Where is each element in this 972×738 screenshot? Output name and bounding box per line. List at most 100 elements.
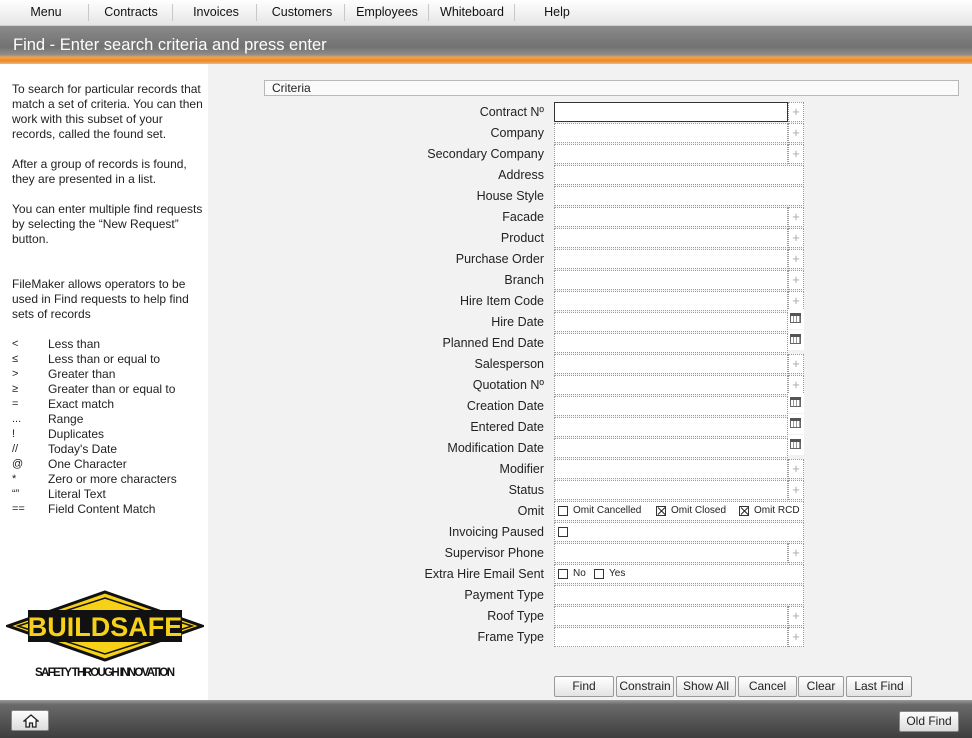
secondary-company-field[interactable]: [554, 144, 788, 164]
field-label-hire-item-code: Hire Item Code: [459, 294, 544, 308]
plus-icon[interactable]: +: [788, 207, 804, 227]
hire-item-code-field[interactable]: [554, 291, 788, 311]
contract-n-field[interactable]: [554, 102, 788, 122]
field-label-address: Address: [498, 168, 544, 182]
help-paragraph-2: After a group of records is found, they …: [12, 157, 187, 186]
plus-icon[interactable]: +: [788, 249, 804, 269]
checkbox-group-invoicing-paused: [554, 522, 804, 542]
product-field[interactable]: [554, 228, 788, 248]
field-label-omit: Omit: [517, 504, 544, 518]
checkbox-omit-rcd[interactable]: [739, 506, 749, 516]
operator-symbol: @: [12, 458, 24, 470]
operator-description: Literal Text: [48, 487, 106, 501]
plus-icon[interactable]: +: [788, 459, 804, 479]
operator-symbol: “”: [12, 488, 20, 500]
hire-date-field[interactable]: [554, 312, 788, 332]
planned-end-date-field[interactable]: [554, 333, 788, 353]
address-field[interactable]: [554, 165, 804, 185]
operator-symbol: <: [12, 338, 19, 350]
operator-symbol: >: [12, 368, 19, 380]
plus-icon[interactable]: +: [788, 375, 804, 395]
calendar-icon[interactable]: [788, 435, 804, 455]
old-find-button[interactable]: Old Find: [899, 711, 959, 732]
menu-item-help[interactable]: Help: [515, 0, 599, 26]
plus-icon[interactable]: +: [788, 606, 804, 626]
plus-icon[interactable]: +: [788, 354, 804, 374]
title-bar: Find - Enter search criteria and press e…: [0, 26, 972, 64]
modifier-field[interactable]: [554, 459, 788, 479]
checkbox-label: Omit Closed: [671, 505, 727, 516]
field-label-extra-hire-email-sent: Extra Hire Email Sent: [424, 567, 544, 581]
operator-symbol: ≥: [12, 383, 19, 395]
plus-icon[interactable]: +: [788, 291, 804, 311]
plus-icon[interactable]: +: [788, 543, 804, 563]
help-panel: To search for particular records that ma…: [0, 64, 208, 688]
plus-icon[interactable]: +: [788, 123, 804, 143]
checkbox-omit-closed[interactable]: [656, 506, 666, 516]
field-label-roof-type: Roof Type: [487, 609, 544, 623]
help-paragraph-3: You can enter multiple find requests by …: [12, 202, 203, 246]
menu-item-customers[interactable]: Customers: [258, 0, 346, 26]
field-label-frame-type: Frame Type: [477, 630, 544, 644]
operator-description: Zero or more characters: [48, 472, 177, 486]
checkbox-yes[interactable]: [594, 569, 604, 579]
modification-date-field[interactable]: [554, 438, 788, 458]
creation-date-field[interactable]: [554, 396, 788, 416]
menu-item-menu[interactable]: Menu: [10, 0, 82, 26]
calendar-icon[interactable]: [788, 330, 804, 350]
plus-icon[interactable]: +: [788, 270, 804, 290]
field-label-branch: Branch: [504, 273, 544, 287]
supervisor-phone-field[interactable]: [554, 543, 788, 563]
status-field[interactable]: [554, 480, 788, 500]
calendar-icon[interactable]: [788, 414, 804, 434]
menu-item-invoices[interactable]: Invoices: [175, 0, 257, 26]
checkbox-no[interactable]: [558, 569, 568, 579]
menu-item-whiteboard[interactable]: Whiteboard: [430, 0, 514, 26]
home-button[interactable]: [11, 710, 49, 731]
field-label-invoicing-paused: Invoicing Paused: [448, 525, 544, 539]
operator-description: Duplicates: [48, 427, 105, 441]
purchase-order-field[interactable]: [554, 249, 788, 269]
facade-field[interactable]: [554, 207, 788, 227]
house-style-field[interactable]: [554, 186, 804, 206]
field-label-contract-n: Contract Nº: [479, 105, 544, 119]
field-label-modification-date: Modification Date: [447, 441, 544, 455]
menu-item-employees[interactable]: Employees: [346, 0, 428, 26]
quotation-n-field[interactable]: [554, 375, 788, 395]
plus-icon[interactable]: +: [788, 480, 804, 500]
plus-icon[interactable]: +: [788, 627, 804, 647]
operator-description: Field Content Match: [48, 502, 156, 516]
field-label-modifier: Modifier: [499, 462, 544, 476]
company-field[interactable]: [554, 123, 788, 143]
operator-symbol: //: [12, 443, 19, 455]
operator-symbol: ≤: [12, 353, 19, 365]
cancel-button[interactable]: Cancel: [738, 676, 797, 697]
checkbox-invoicing-paused[interactable]: [558, 527, 568, 537]
branch-field[interactable]: [554, 270, 788, 290]
salesperson-field[interactable]: [554, 354, 788, 374]
plus-icon[interactable]: +: [788, 102, 804, 122]
buildsafe-logo: BUILDSAFE SAFETY THROUGH INNOVATION: [3, 590, 207, 684]
field-label-supervisor-phone: Supervisor Phone: [444, 546, 544, 560]
operator-description: Exact match: [48, 397, 115, 411]
checkbox-group-extra-hire-email-sent: No Yes: [554, 564, 804, 584]
checkbox-label: Yes: [609, 568, 626, 579]
roof-type-field[interactable]: [554, 606, 788, 626]
frame-type-field[interactable]: [554, 627, 788, 647]
field-label-entered-date: Entered Date: [470, 420, 544, 434]
plus-icon[interactable]: +: [788, 228, 804, 248]
operator-description: Today's Date: [48, 442, 117, 456]
checkbox-omit-cancelled[interactable]: [558, 506, 568, 516]
constrain-button[interactable]: Constrain: [616, 676, 674, 697]
plus-icon[interactable]: +: [788, 144, 804, 164]
show-all-button[interactable]: Show All: [676, 676, 736, 697]
calendar-icon[interactable]: [788, 309, 804, 329]
payment-type-field[interactable]: [554, 585, 804, 605]
field-label-payment-type: Payment Type: [464, 588, 544, 602]
menu-item-contracts[interactable]: Contracts: [90, 0, 172, 26]
clear-button[interactable]: Clear: [798, 676, 844, 697]
last-find-button[interactable]: Last Find: [846, 676, 912, 697]
calendar-icon[interactable]: [788, 393, 804, 413]
find-button[interactable]: Find: [554, 676, 614, 697]
entered-date-field[interactable]: [554, 417, 788, 437]
